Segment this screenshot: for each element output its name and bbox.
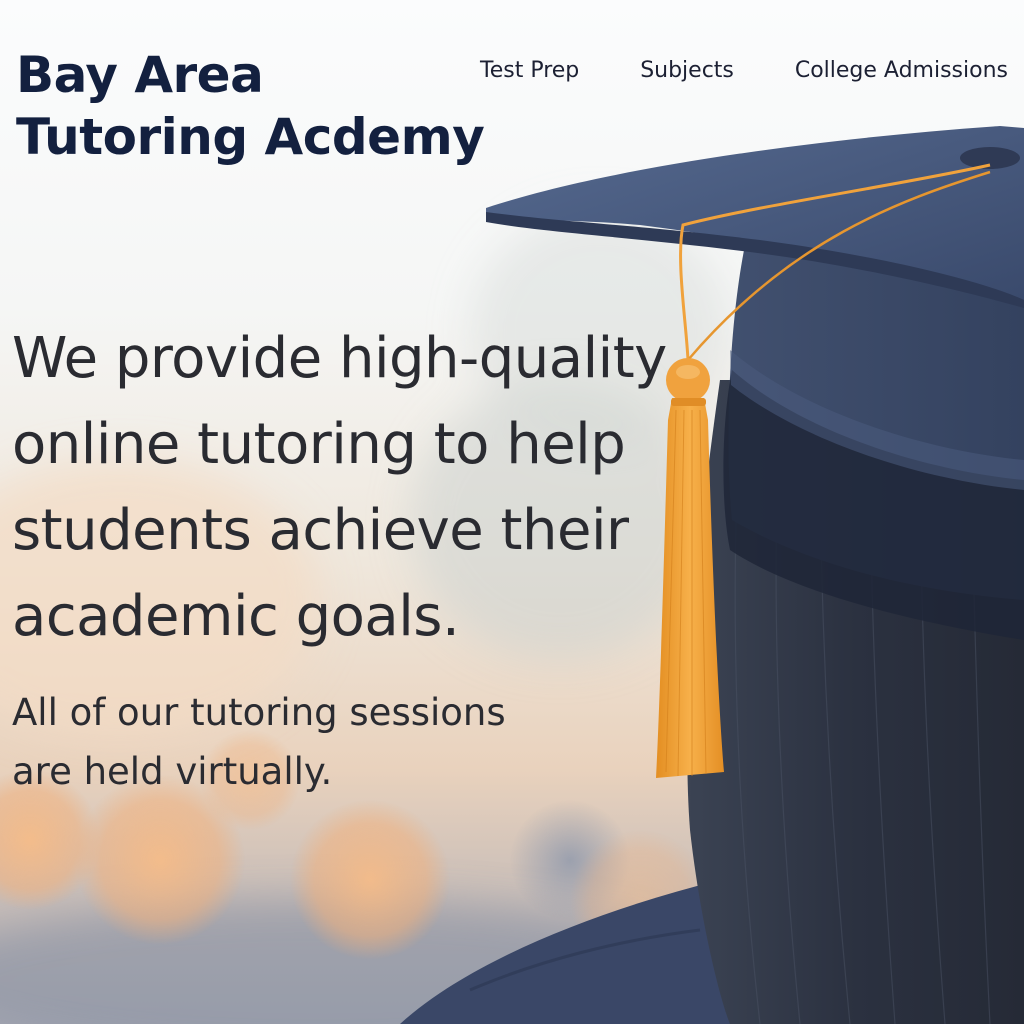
site-logo[interactable]: Bay Area Tutoring Acdemy	[16, 44, 485, 168]
hero-headline: We provide high-quality online tutoring …	[12, 326, 667, 649]
main-nav: Test Prep Subjects College Admissions	[480, 58, 1008, 83]
nav-link-college-admissions[interactable]: College Admissions	[795, 58, 1008, 83]
nav-link-subjects[interactable]: Subjects	[640, 58, 734, 83]
hero-subtext: All of our tutoring sessions are held vi…	[12, 691, 506, 793]
nav-link-test-prep[interactable]: Test Prep	[480, 58, 579, 83]
brand-line-2: Tutoring Acdemy	[16, 108, 485, 166]
brand-line-1: Bay Area	[16, 46, 264, 104]
